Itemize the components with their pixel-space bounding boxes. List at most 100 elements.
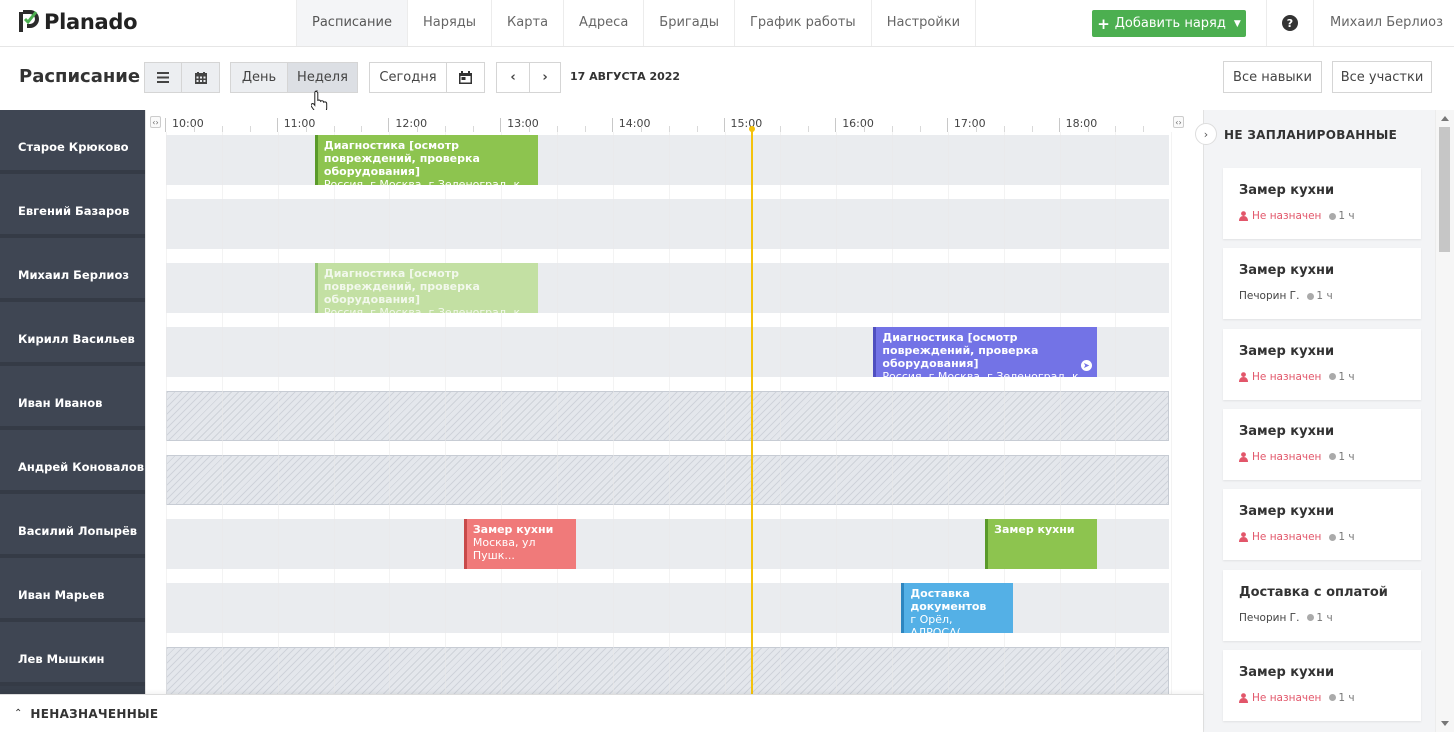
today-button[interactable]: Сегодня: [369, 62, 447, 93]
scrollbar-thumb[interactable]: [1439, 127, 1450, 252]
nav-tab[interactable]: Расписание: [296, 0, 407, 46]
grid-line: [501, 132, 503, 694]
job-block[interactable]: Диагностика [осмотр повреждений, проверк…: [873, 327, 1097, 377]
resource-name: Кирилл Васильев: [18, 332, 135, 346]
next-date-button[interactable]: ›: [529, 62, 561, 93]
unplanned-card[interactable]: Замер кухни Не назначен 1 ч: [1223, 328, 1421, 400]
minor-tick: [529, 126, 531, 132]
grid-line: [724, 132, 726, 694]
schedule-timeline[interactable]: ‹› ‹› 10:00 11:00 12:00 13:00 14:00 15:00 16:0…: [145, 110, 1203, 694]
nav-tab[interactable]: Наряды: [406, 0, 491, 46]
card-title: Замер кухни: [1239, 343, 1335, 359]
resource-row[interactable]: Лев Мышкин: [0, 622, 145, 686]
job-block[interactable]: Доставка документов г Орёл, АЛРОСА(...: [901, 583, 1014, 633]
add-order-button[interactable]: + Добавить наряд ▼: [1092, 10, 1246, 37]
resource-row[interactable]: Иван Марьев: [0, 558, 145, 622]
card-meta: Не назначен 1 ч: [1239, 371, 1355, 383]
main-nav-tabs: Расписание Наряды Карта Адреса Бригады График…: [296, 0, 977, 46]
resource-row[interactable]: Иван Иванов: [0, 366, 145, 430]
card-assignee: Не назначен: [1252, 531, 1322, 544]
areas-filter-button[interactable]: Все участки: [1332, 61, 1432, 93]
card-assignee: Печорин Г.: [1239, 290, 1300, 303]
nav-tab[interactable]: Карта: [491, 0, 563, 46]
job-block[interactable]: Замер кухни Москва, ул Пушк...: [463, 519, 576, 569]
panel-scrollbar[interactable]: [1435, 110, 1454, 732]
job-block[interactable]: Замер кухни: [985, 519, 1097, 569]
user-menu[interactable]: Михаил Берлиоз: [1330, 15, 1443, 30]
card-meta: Печорин Г. 1 ч: [1239, 290, 1333, 302]
non-working-lane[interactable]: [166, 455, 1169, 505]
date-picker-button[interactable]: [446, 62, 485, 93]
job-title: Диагностика [осмотр повреждений, проверк…: [882, 331, 1039, 370]
grid-line: [892, 132, 894, 694]
grid-line: [1059, 132, 1061, 694]
chevron-right-icon: ›: [542, 70, 548, 85]
day-view-button[interactable]: День: [230, 62, 288, 93]
card-assignee: Не назначен: [1252, 370, 1322, 383]
resource-name: Старое Крюково: [18, 140, 129, 154]
unplanned-card[interactable]: Замер кухни Не назначен 1 ч: [1223, 489, 1421, 561]
resource-row[interactable]: Кирилл Васильев: [0, 302, 145, 366]
card-duration: 1 ч: [1329, 692, 1355, 704]
grid-line: [780, 132, 782, 694]
scroll-up-arrow[interactable]: [1441, 116, 1449, 121]
prev-date-button[interactable]: ‹: [496, 62, 530, 93]
hour-label: 13:00: [507, 117, 539, 130]
resource-row[interactable]: Евгений Базаров: [0, 174, 145, 238]
resource-row[interactable]: Василий Лопырёв: [0, 494, 145, 558]
resource-row[interactable]: Старое Крюково: [0, 110, 145, 174]
hour-tick-line: [835, 118, 837, 132]
hour-tick-line: [611, 118, 613, 132]
hour-label: 15:00: [730, 117, 763, 130]
job-block[interactable]: Диагностика [осмотр повреждений, проверк…: [314, 263, 539, 313]
chevron-right-icon: ›: [1203, 127, 1209, 141]
unplanned-card[interactable]: Замер кухни Не назначен 1 ч: [1223, 408, 1421, 480]
unplanned-card[interactable]: Доставка с оплатой Печорин Г. 1 ч: [1223, 569, 1421, 641]
nav-tab[interactable]: Бригады: [643, 0, 734, 46]
schedule-lane[interactable]: [166, 199, 1169, 249]
week-view-button[interactable]: Неделя: [287, 62, 358, 93]
hour-label: 10:00: [172, 117, 204, 130]
non-working-lane[interactable]: [166, 647, 1169, 694]
job-address: Россия, г Москва, г Зеленоград, к 923: [323, 178, 521, 185]
minor-tick: [696, 126, 698, 132]
card-duration: 1 ч: [1329, 371, 1355, 383]
resource-name: Евгений Базаров: [18, 204, 130, 218]
logo[interactable]: Planado: [18, 10, 138, 34]
hour-label: 12:00: [395, 117, 428, 130]
hour-tick-line: [1058, 118, 1060, 132]
help-button[interactable]: ?: [1266, 0, 1314, 46]
card-duration-value: 1 ч: [1338, 450, 1355, 463]
scroll-down-arrow[interactable]: [1441, 721, 1449, 726]
unplanned-card[interactable]: Замер кухни Не назначен 1 ч: [1223, 168, 1421, 239]
clock-icon: [1307, 292, 1315, 300]
minor-tick: [305, 126, 307, 132]
schedule-lane[interactable]: [166, 583, 1169, 633]
card-duration-value: 1 ч: [1316, 290, 1333, 303]
schedule-toolbar: Расписание День Неделя Сегодня ‹ › 17 АВ…: [0, 47, 1454, 109]
unplanned-title: НЕ ЗАПЛАНИРОВАННЫЕ: [1224, 128, 1398, 142]
grid-line: [556, 132, 558, 694]
resource-row[interactable]: Андрей Коновалов: [0, 430, 145, 494]
job-block[interactable]: Диагностика [осмотр повреждений, проверк…: [314, 135, 539, 185]
non-working-lane[interactable]: [166, 391, 1169, 441]
unplanned-card[interactable]: Замер кухни Не назначен 1 ч: [1223, 649, 1421, 721]
resource-row[interactable]: Михаил Берлиоз: [0, 238, 145, 302]
unplanned-card[interactable]: Замер кухни Печорин Г. 1 ч: [1223, 248, 1421, 320]
nav-tab[interactable]: График работы: [733, 0, 871, 46]
resource-name: Андрей Коновалов: [18, 460, 145, 474]
job-title: Диагностика [осмотр повреждений, проверк…: [323, 139, 480, 178]
unassigned-drawer-toggle[interactable]: ⌃ НЕНАЗНАЧЕННЫЕ: [0, 694, 1203, 732]
grid-line: [333, 132, 335, 694]
calendar-view-button[interactable]: [181, 62, 220, 93]
list-view-button[interactable]: [144, 62, 182, 93]
clock-icon: [1329, 212, 1337, 220]
nav-tab[interactable]: Адреса: [563, 0, 643, 46]
minor-tick: [193, 126, 195, 132]
nav-tab[interactable]: Настройки: [870, 0, 977, 46]
scroll-left-arrow[interactable]: ‹›: [150, 116, 161, 128]
card-duration: 1 ч: [1307, 290, 1333, 303]
scroll-right-arrow[interactable]: ‹›: [1173, 116, 1184, 128]
collapse-panel-button[interactable]: ›: [1195, 123, 1217, 145]
skills-filter-button[interactable]: Все навыки: [1223, 61, 1322, 93]
